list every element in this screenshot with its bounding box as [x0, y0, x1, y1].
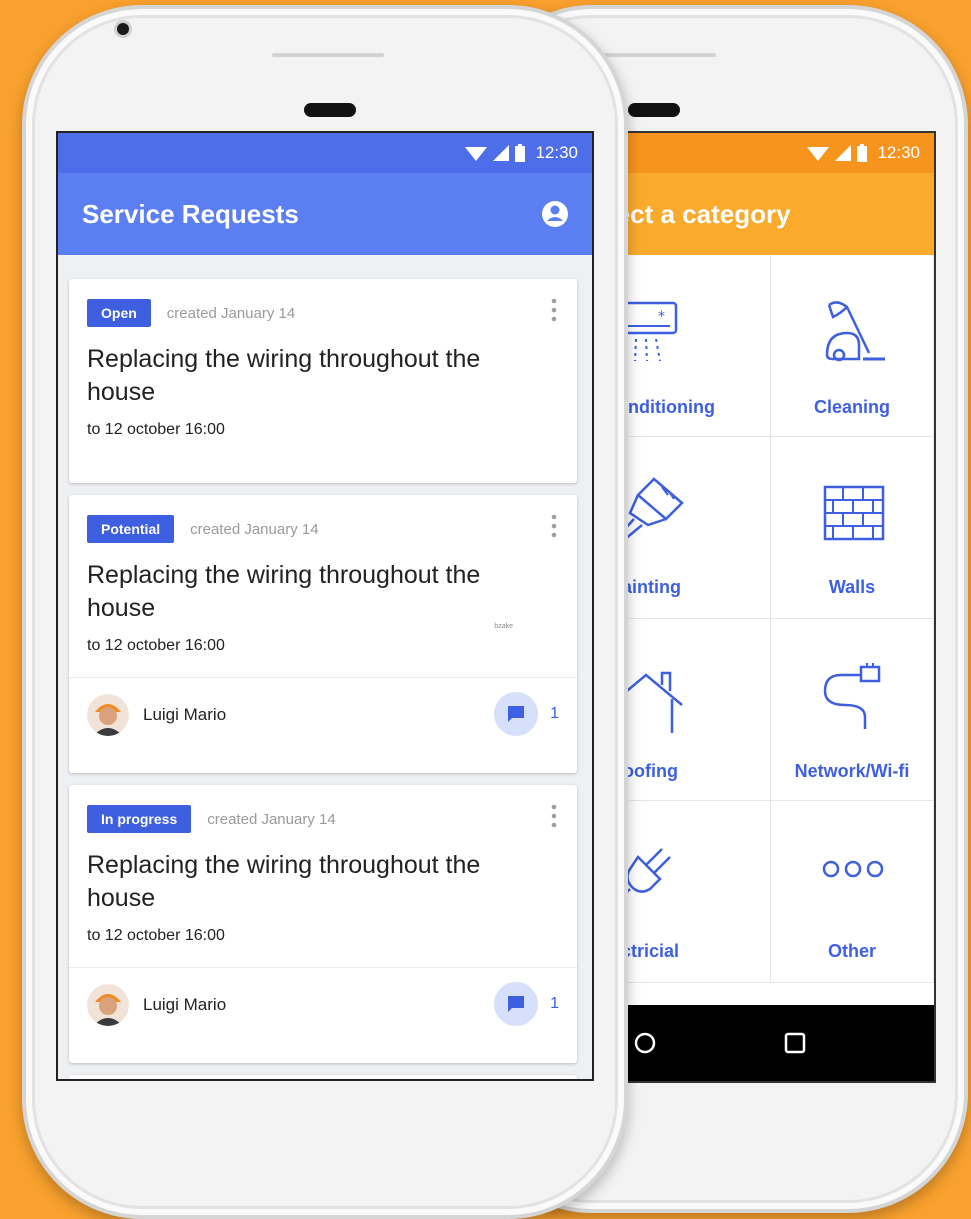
more-options-icon[interactable]	[551, 803, 557, 829]
signal-icon	[493, 145, 510, 161]
card-footer: Luigi Mario 1	[69, 967, 577, 1042]
more-options-icon[interactable]	[551, 513, 557, 539]
wifi-icon	[807, 147, 830, 161]
status-bar: 12:30	[608, 133, 934, 173]
request-title: Replacing the wiring throughout the hous…	[87, 345, 481, 406]
status-badge: Potential	[87, 515, 175, 543]
account-icon[interactable]	[540, 199, 570, 229]
category-screen: 12:30 elect a category * Conditioning Cl…	[606, 131, 936, 1083]
battery-icon	[857, 144, 868, 162]
category-painting[interactable]: Painting	[608, 437, 771, 619]
home-button-icon[interactable]	[634, 1032, 656, 1054]
more-dots-icon	[822, 860, 884, 878]
vacuum-cleaner-icon	[825, 301, 885, 362]
brick-wall-icon	[823, 485, 885, 541]
category-label: Painting	[610, 577, 681, 597]
earpiece	[628, 103, 680, 117]
chat-icon	[508, 706, 525, 722]
category-label: Conditioning	[606, 397, 715, 417]
comment-count: 1	[550, 705, 559, 722]
category-electrical[interactable]: lectricial	[608, 801, 771, 983]
category-label: Walls	[828, 577, 876, 597]
status-bar: 12:30	[58, 133, 592, 173]
status-time: 12:30	[535, 143, 578, 162]
small-note: bzake	[494, 623, 513, 630]
status-time: 12:30	[877, 143, 920, 162]
category-label: lectricial	[606, 941, 680, 961]
comment-count: 1	[550, 995, 559, 1012]
request-card[interactable]: In progress created January 14 Replacing…	[69, 785, 577, 1063]
created-date: created January 14	[166, 304, 296, 322]
service-requests-screen: 12:30 Service Requests Open created Janu…	[56, 131, 594, 1081]
android-nav-bar	[608, 1005, 934, 1081]
earpiece	[304, 103, 356, 117]
created-date: created January 14	[207, 810, 336, 828]
worker-name: Luigi Mario	[143, 995, 227, 1014]
battery-icon	[515, 144, 526, 162]
status-badge: Open	[87, 299, 151, 327]
category-other[interactable]: Other	[771, 801, 934, 983]
category-label: Roofing	[610, 761, 678, 781]
speaker-grille	[272, 53, 384, 57]
avatar	[87, 984, 129, 1026]
app-header: Service Requests	[58, 173, 592, 255]
category-air-conditioning[interactable]: * Conditioning	[608, 255, 771, 437]
category-header-title: elect a category	[606, 198, 791, 229]
request-card[interactable]	[69, 1075, 577, 1079]
request-card[interactable]: Potential created January 14 Replacing t…	[69, 495, 577, 773]
category-header: elect a category	[608, 173, 934, 255]
front-camera	[117, 23, 129, 35]
category-label: Other	[827, 941, 876, 961]
category-network[interactable]: Network/Wi-fi	[771, 619, 934, 801]
category-roofing[interactable]: Roofing	[608, 619, 771, 801]
signal-icon	[835, 145, 852, 161]
request-card[interactable]: Open created January 14 Replacing the wi…	[69, 279, 577, 483]
comments-button[interactable]: 1	[494, 692, 559, 736]
due-date: to 12 october 16:00	[87, 927, 225, 944]
card-footer: Luigi Mario 1	[69, 677, 577, 752]
request-title: Replacing the wiring throughout the hous…	[87, 851, 481, 912]
page-title: Service Requests	[82, 198, 299, 229]
worker-name: Luigi Mario	[143, 705, 227, 724]
due-date: to 12 october 16:00	[87, 421, 225, 438]
category-cleaning[interactable]: Cleaning	[771, 255, 934, 437]
wifi-icon	[465, 147, 488, 161]
svg-text:*: *	[658, 309, 665, 325]
network-cable-icon	[823, 663, 881, 729]
created-date: created January 14	[190, 520, 319, 538]
status-badge: In progress	[87, 805, 192, 833]
request-title: Replacing the wiring throughout the hous…	[87, 561, 481, 622]
more-options-icon[interactable]	[551, 297, 557, 323]
chat-icon	[508, 996, 525, 1012]
recents-button-icon[interactable]	[784, 1032, 806, 1054]
category-walls[interactable]: Walls	[771, 437, 934, 619]
category-label: Network/Wi-fi	[794, 761, 910, 781]
avatar	[87, 694, 129, 736]
front-phone: 12:30 Service Requests Open created Janu…	[22, 5, 628, 1219]
due-date: to 12 october 16:00	[87, 637, 225, 654]
comments-button[interactable]: 1	[494, 982, 559, 1026]
category-label: Cleaning	[813, 397, 890, 417]
